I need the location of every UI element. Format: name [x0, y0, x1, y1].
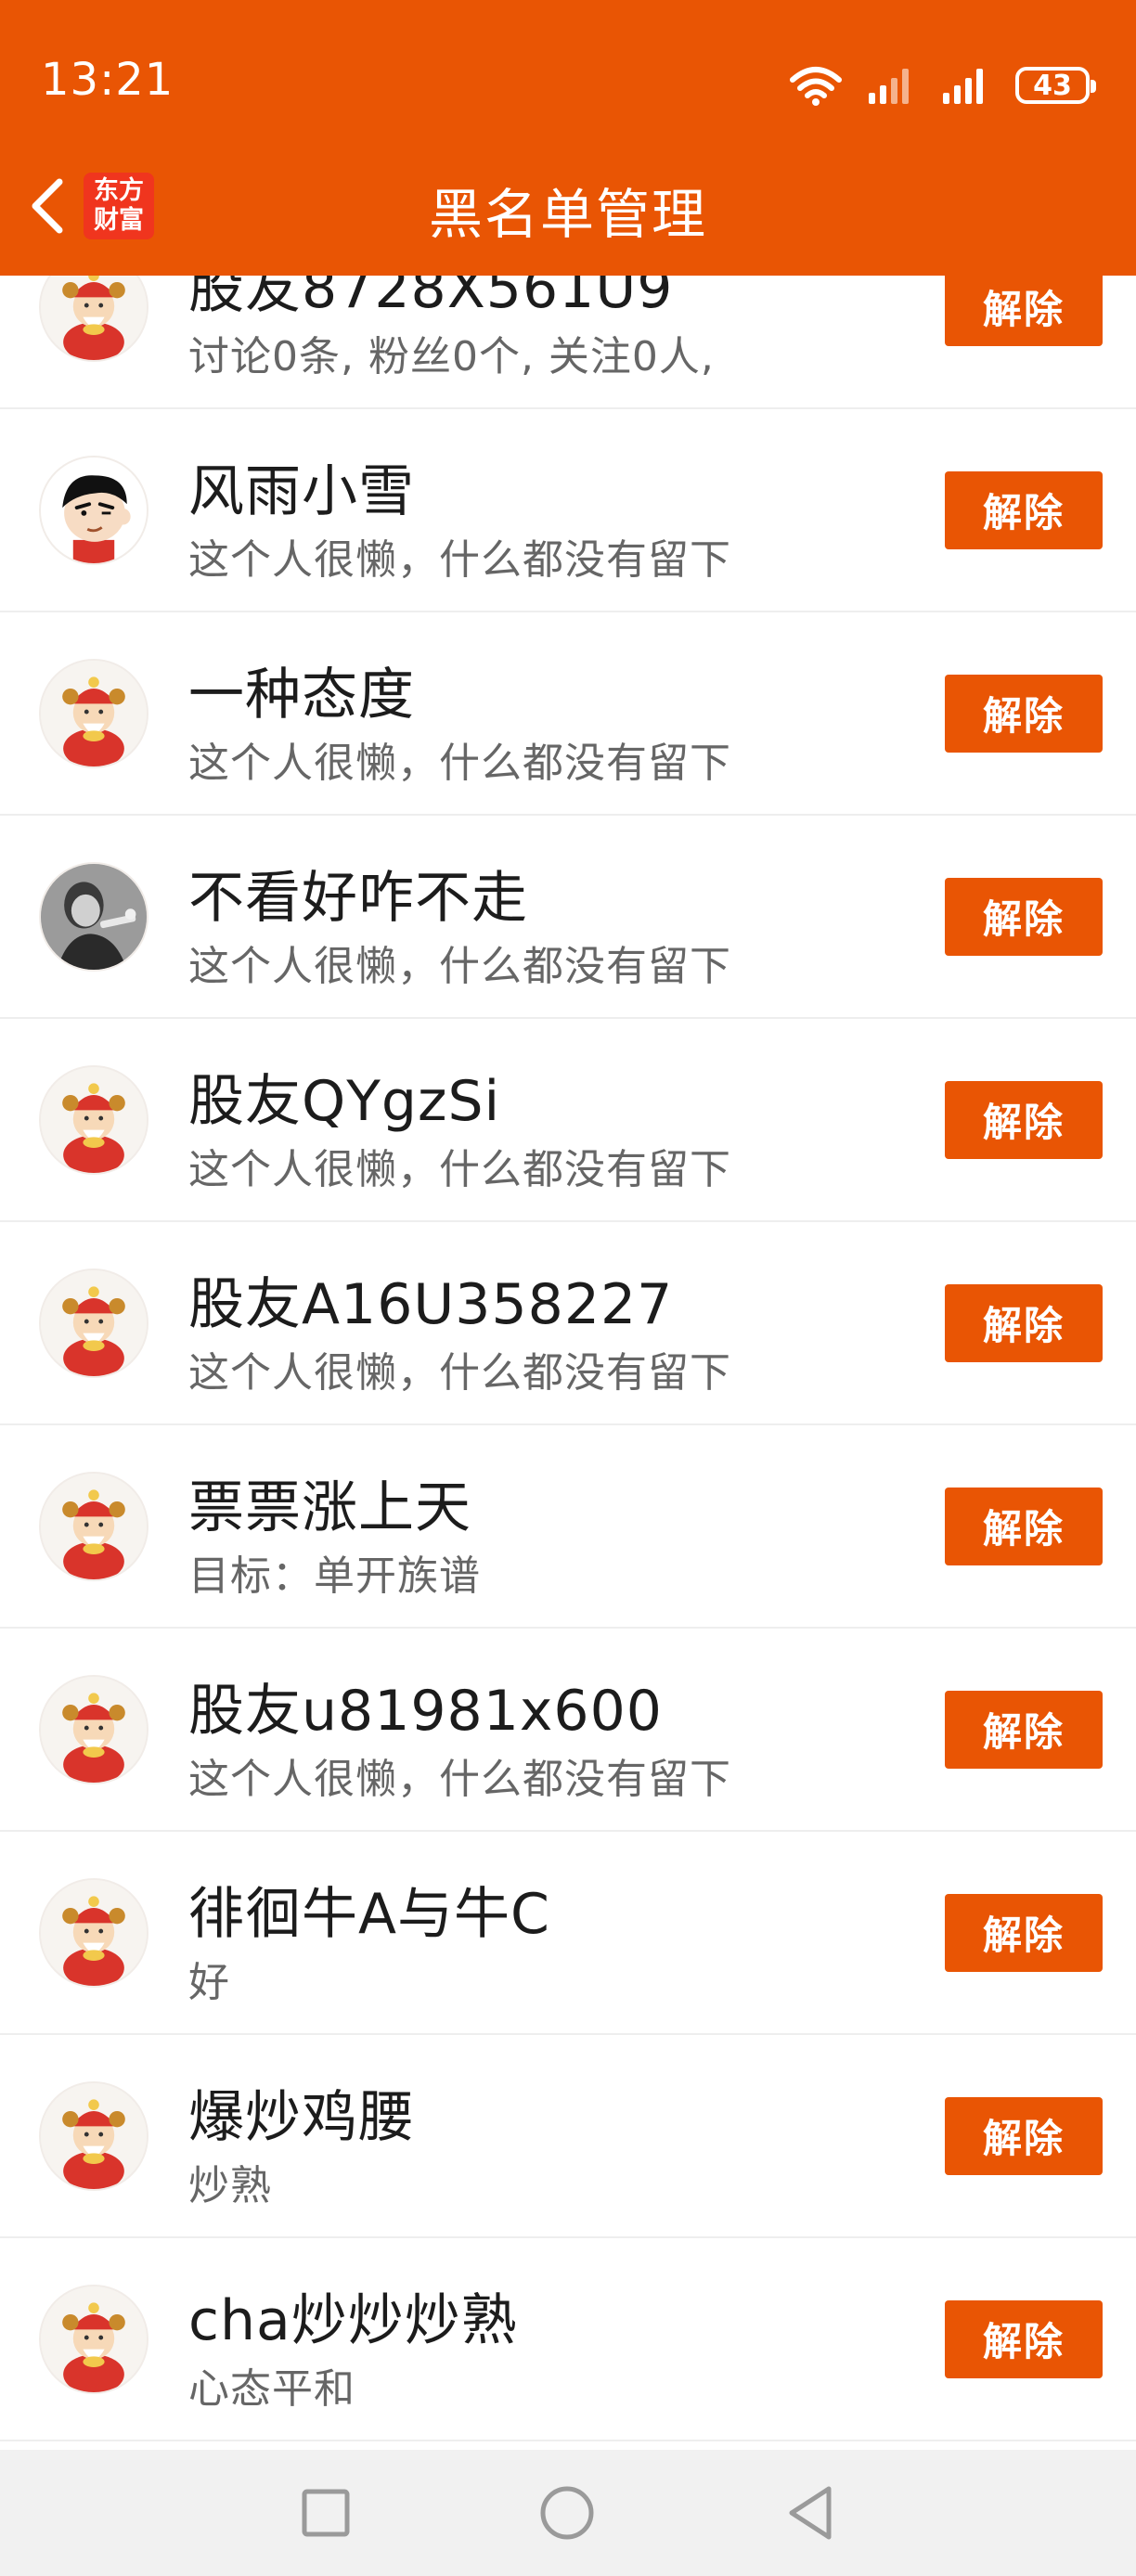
unblock-button[interactable]: 解除: [945, 1487, 1103, 1565]
list-item: 股友u81981x600 这个人很懒，什么都没有留下 解除: [0, 1629, 1136, 1832]
user-name: 风雨小雪: [188, 459, 415, 524]
avatar-fortune-god[interactable]: [39, 1674, 148, 1784]
avatar-cartoon-boy[interactable]: [39, 455, 148, 565]
avatar-fortune-god[interactable]: [39, 2284, 148, 2394]
user-desc: 炒熟: [188, 2162, 272, 2209]
user-desc: 这个人很懒，什么都没有留下: [188, 1756, 731, 1803]
user-name: 股友A16U358227: [188, 1272, 674, 1337]
list-item: 一种态度 这个人很懒，什么都没有留下 解除: [0, 612, 1136, 816]
unblock-button[interactable]: 解除: [945, 267, 1103, 346]
user-desc: 这个人很懒，什么都没有留下: [188, 740, 731, 787]
avatar-fortune-god[interactable]: [39, 1064, 148, 1175]
unblock-button[interactable]: 解除: [945, 2096, 1103, 2175]
avatar-fortune-god[interactable]: [39, 1471, 148, 1581]
list-item: 股友A16U358227 这个人很懒，什么都没有留下 解除: [0, 1222, 1136, 1425]
user-name: 不看好咋不走: [188, 866, 528, 931]
avatar-fortune-god[interactable]: [39, 1268, 148, 1378]
unblock-button[interactable]: 解除: [945, 1690, 1103, 1769]
status-time: 13:21: [41, 54, 174, 106]
avatar-fortune-god[interactable]: [39, 658, 148, 768]
status-icons: 43: [789, 58, 1096, 113]
back-triangle-icon[interactable]: [773, 2476, 847, 2550]
avatar-fortune-god[interactable]: [39, 1877, 148, 1988]
list-item: 票票涨上天 目标：单开族谱 解除: [0, 1425, 1136, 1629]
user-desc: 这个人很懒，什么都没有留下: [188, 536, 731, 584]
user-desc: 讨论0条, 粉丝0个, 关注0人,: [188, 333, 715, 380]
unblock-button[interactable]: 解除: [945, 1080, 1103, 1159]
recent-apps-icon[interactable]: [289, 2476, 363, 2550]
battery-icon: 43: [1015, 67, 1096, 104]
user-name: cha炒炒炒熟: [188, 2288, 518, 2353]
user-desc: 这个人很懒，什么都没有留下: [188, 1146, 731, 1193]
user-name: 爆炒鸡腰: [188, 2085, 415, 2150]
avatar-fortune-god[interactable]: [39, 2080, 148, 2191]
unblock-button[interactable]: 解除: [945, 1283, 1103, 1362]
unblock-button[interactable]: 解除: [945, 2299, 1103, 2378]
page-title: 黑名单管理: [428, 183, 707, 246]
user-name: 股友u81981x600: [188, 1679, 663, 1744]
signal-icon-2: [943, 69, 983, 104]
user-desc: 目标：单开族谱: [188, 1552, 481, 1600]
app-header: 13:21 43 东方 财富 黑名单管理: [0, 0, 1136, 276]
unblock-button[interactable]: 解除: [945, 674, 1103, 753]
user-desc: 心态平和: [188, 2365, 355, 2413]
list-item: 风雨小雪 这个人很懒，什么都没有留下 解除: [0, 409, 1136, 612]
app-root: 股友8728X561U9 讨论0条, 粉丝0个, 关注0人, 解除 风雨小雪 这…: [0, 0, 1136, 2576]
user-desc: 这个人很懒，什么都没有留下: [188, 1349, 731, 1397]
user-name: 徘徊牛A与牛C: [188, 1882, 550, 1947]
list-item: 徘徊牛A与牛C 好 解除: [0, 1832, 1136, 2035]
unblock-button[interactable]: 解除: [945, 470, 1103, 549]
user-desc: 这个人很懒，什么都没有留下: [188, 943, 731, 990]
signal-icon-1: [869, 69, 909, 104]
home-icon[interactable]: [530, 2476, 604, 2550]
wifi-icon: [790, 67, 842, 106]
unblock-button[interactable]: 解除: [945, 1893, 1103, 1972]
user-name: 一种态度: [188, 663, 415, 728]
blacklist[interactable]: 股友8728X561U9 讨论0条, 粉丝0个, 关注0人, 解除 风雨小雪 这…: [0, 0, 1136, 2450]
user-desc: 好: [188, 1959, 230, 2006]
user-name: 股友QYgzSi: [188, 1069, 501, 1134]
user-name: 票票涨上天: [188, 1475, 471, 1540]
list-item: 不看好咋不走 这个人很懒，什么都没有留下 解除: [0, 816, 1136, 1019]
list-item: cha炒炒炒熟 心态平和 解除: [0, 2238, 1136, 2441]
list-item: 股友QYgzSi 这个人很懒，什么都没有留下 解除: [0, 1019, 1136, 1222]
unblock-button[interactable]: 解除: [945, 877, 1103, 956]
system-nav-bar: [0, 2450, 1136, 2576]
list-item: 爆炒鸡腰 炒熟 解除: [0, 2035, 1136, 2238]
avatar-bw-photo[interactable]: [39, 861, 148, 972]
